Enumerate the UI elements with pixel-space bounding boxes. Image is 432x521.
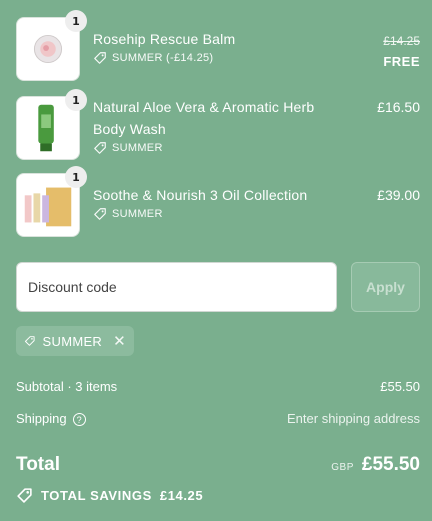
savings-value: £14.25 (159, 488, 204, 503)
cart-item: 1 Natural Aloe Vera & Aromatic Herb Body… (16, 89, 420, 160)
quantity-badge: 1 (65, 89, 87, 111)
item-price: £39.00 (377, 187, 420, 203)
item-discount: SUMMER (93, 141, 343, 155)
total-row: Total GBP £55.50 (16, 454, 420, 476)
shipping-value: Enter shipping address (287, 411, 420, 427)
item-discount-label: SUMMER (112, 208, 163, 220)
close-icon[interactable]: ✕ (113, 332, 126, 350)
item-discount: SUMMER (-£14.25) (93, 51, 343, 65)
help-icon[interactable]: ? (72, 413, 86, 427)
shipping-label-group: Shipping? (16, 411, 86, 427)
item-info: Natural Aloe Vera & Aromatic Herb Body W… (93, 96, 343, 155)
currency-code: GBP (331, 462, 354, 473)
price-column: £39.00 (377, 184, 420, 206)
cart-item: 1 Soothe & Nourish 3 Oil Collection SUMM… (16, 166, 420, 237)
subtotal-label: Subtotal · 3 items (16, 379, 118, 394)
item-discount-label: SUMMER (112, 142, 163, 154)
tag-icon (24, 336, 35, 346)
item-price: £16.50 (377, 99, 420, 115)
price-column: £16.50 (377, 96, 420, 118)
item-title: Natural Aloe Vera & Aromatic Herb Body W… (93, 99, 315, 137)
shipping-row: Shipping? Enter shipping address (16, 411, 420, 427)
quantity-badge: 1 (65, 166, 87, 188)
quantity-badge: 1 (65, 10, 87, 32)
item-price: FREE (383, 54, 420, 69)
tag-icon (94, 52, 106, 64)
original-price: £14.25 (383, 34, 420, 48)
item-info: Soothe & Nourish 3 Oil Collection SUMMER (93, 173, 343, 221)
tag-icon (17, 488, 32, 503)
price-column: £14.25 FREE (383, 31, 420, 69)
subtotal-value: £55.50 (380, 379, 420, 394)
savings-label: TOTAL SAVINGS (41, 488, 152, 503)
product-image-aloe-body-wash: 1 (16, 89, 87, 160)
apply-button[interactable]: Apply (351, 262, 420, 312)
tag-icon (94, 142, 106, 154)
item-title: Rosehip Rescue Balm (93, 31, 236, 47)
applied-discount-code: SUMMER (42, 333, 103, 349)
total-savings: TOTAL SAVINGS £14.25 (16, 487, 203, 504)
cart-item: 1 Rosehip Rescue Balm SUMMER (-£14.25) £… (16, 10, 420, 81)
total-label: Total (16, 454, 60, 475)
item-info: Rosehip Rescue Balm SUMMER (-£14.25) (93, 17, 343, 65)
total-amount: £55.50 (361, 454, 420, 475)
shipping-label: Shipping (16, 411, 67, 426)
subtotal-row: Subtotal · 3 items £55.50 (16, 379, 420, 394)
product-image-oil-collection: 1 (16, 166, 87, 237)
discount-row: Apply (16, 262, 420, 312)
discount-code-input[interactable] (16, 262, 337, 312)
item-discount-label: SUMMER (-£14.25) (112, 52, 214, 64)
item-title: Soothe & Nourish 3 Oil Collection (93, 187, 308, 203)
tag-icon (94, 208, 106, 220)
total-amount-group: GBP £55.50 (331, 454, 420, 476)
item-discount: SUMMER (93, 207, 343, 221)
applied-discount-chip: SUMMER ✕ (16, 326, 134, 356)
product-image-rosehip-balm: 1 (16, 10, 87, 81)
